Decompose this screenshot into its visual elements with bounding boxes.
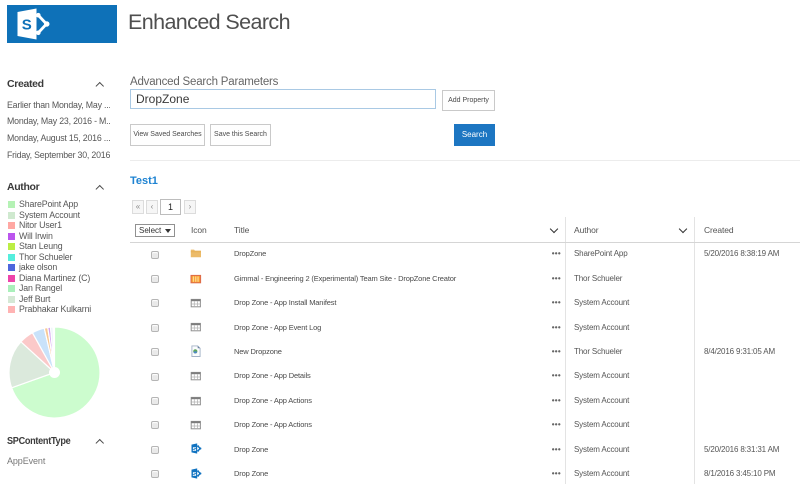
svg-text:S: S [22, 17, 32, 34]
svg-text:S: S [192, 447, 196, 453]
svg-text:S: S [192, 472, 196, 478]
